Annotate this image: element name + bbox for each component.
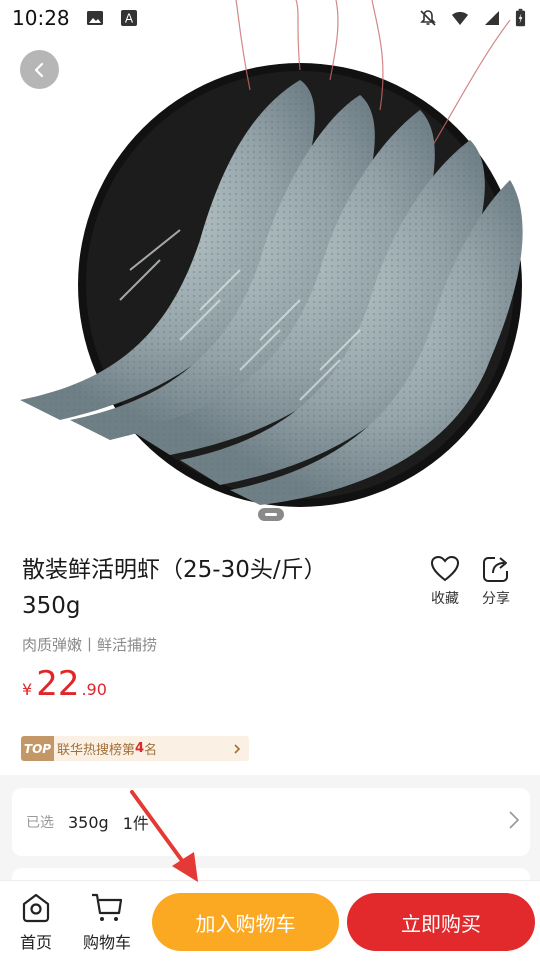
price-integer: 22 bbox=[36, 664, 80, 704]
selected-weight: 350g bbox=[68, 812, 109, 832]
share-icon bbox=[483, 557, 508, 582]
buy-now-button[interactable]: 立即购买 bbox=[347, 893, 535, 951]
rank-number: 4 bbox=[135, 741, 145, 756]
rank-text-prefix: 联华热搜榜第 bbox=[57, 743, 136, 758]
status-time: 10:28 bbox=[12, 6, 70, 30]
bottom-action-bar: 首页 购物车 加入购物车 立即购买 bbox=[0, 880, 540, 961]
nav-cart[interactable]: 购物车 bbox=[77, 891, 137, 953]
selected-quantity: 1件 bbox=[122, 814, 149, 833]
nav-cart-label: 购物车 bbox=[82, 933, 131, 952]
image-page-indicator bbox=[258, 508, 284, 521]
product-photo bbox=[20, 0, 523, 507]
rank-text-suffix: 名 bbox=[144, 743, 158, 758]
product-subtitle: 肉质弹嫩丨鲜活捕捞 bbox=[22, 636, 158, 654]
status-bar: 10:28 A bbox=[0, 0, 540, 36]
image-icon bbox=[86, 11, 103, 25]
share-label: 分享 bbox=[482, 591, 510, 607]
favorite-label: 收藏 bbox=[431, 591, 459, 607]
chevron-right-icon bbox=[509, 811, 520, 829]
nav-home[interactable]: 首页 bbox=[6, 891, 66, 953]
cart-icon bbox=[92, 893, 123, 921]
chevron-right-icon bbox=[234, 743, 241, 754]
font-a-icon: A bbox=[120, 10, 137, 26]
battery-charging-icon bbox=[515, 8, 526, 27]
chevron-left-icon bbox=[34, 62, 43, 77]
product-info-section: 散装鲜活明虾（25-30头/斤） 350g 收藏 分享 肉质弹嫩丨鲜活捕捞 ¥ … bbox=[0, 530, 540, 775]
wifi-icon bbox=[452, 12, 468, 25]
selected-label: 已选 bbox=[26, 815, 54, 831]
svg-text:A: A bbox=[125, 12, 134, 26]
spec-selection-row[interactable]: 已选 350g 1件 bbox=[12, 788, 530, 856]
nav-home-label: 首页 bbox=[19, 933, 52, 952]
share-button[interactable]: 分享 bbox=[471, 554, 521, 608]
product-title: 散装鲜活明虾（25-30头/斤） 350g bbox=[22, 557, 327, 619]
product-price: ¥ 22 .90 bbox=[22, 664, 107, 704]
top-tag: TOP bbox=[21, 736, 54, 761]
price-decimal: .90 bbox=[81, 680, 107, 699]
back-button[interactable] bbox=[20, 50, 59, 89]
favorite-button[interactable]: 收藏 bbox=[420, 554, 470, 608]
signal-icon bbox=[485, 11, 499, 25]
add-to-cart-button[interactable]: 加入购物车 bbox=[152, 893, 339, 951]
mute-bell-icon bbox=[420, 10, 436, 26]
product-image-carousel[interactable] bbox=[0, 0, 540, 530]
price-currency: ¥ bbox=[22, 680, 33, 699]
heart-icon bbox=[430, 555, 460, 582]
hot-search-rank-badge[interactable]: TOP 联华热搜榜第 4 名 bbox=[21, 736, 249, 761]
home-icon bbox=[22, 893, 50, 923]
